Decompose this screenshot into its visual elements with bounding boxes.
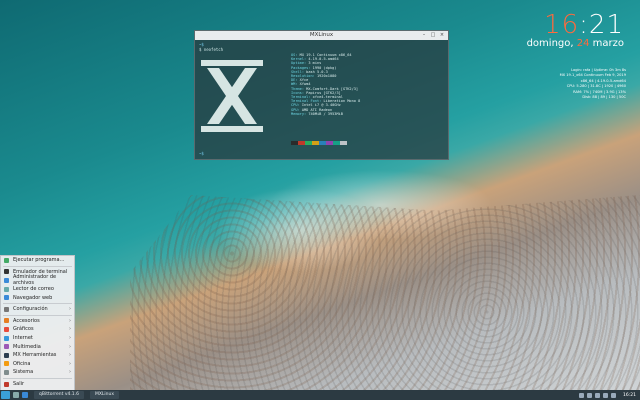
clock-day: domingo, — [526, 38, 577, 49]
volume-icon[interactable] — [587, 392, 593, 398]
browser-icon[interactable] — [22, 392, 28, 398]
menu-item-icon — [4, 352, 9, 358]
terminal-titlebar[interactable]: MXLinux – □ × — [195, 31, 448, 40]
clock-date-num: 24 — [576, 38, 590, 49]
menu-item-icon — [4, 335, 9, 341]
menu-item-icon — [4, 295, 9, 301]
color-swatches — [291, 141, 347, 145]
menu-item[interactable]: Internet › — [1, 334, 74, 343]
menu-item-label: Gráficos — [13, 326, 34, 333]
clock-widget: 16:21 domingo, 24 marzo — [527, 10, 624, 49]
neofetch-key: Memory: — [291, 111, 307, 116]
neofetch-line: Memory: 740MiB / 3953MiB — [291, 112, 360, 116]
mx-logo-icon — [201, 55, 263, 132]
menu-item-label: Sistema — [13, 369, 34, 376]
menu-item-icon — [4, 257, 9, 263]
menu-item[interactable]: Navegador web — [1, 293, 74, 302]
menu-item-label: Ejecutar programa... — [13, 257, 65, 264]
minimize-icon[interactable]: – — [421, 32, 427, 38]
color-swatch — [340, 141, 347, 145]
chevron-right-icon: › — [69, 343, 71, 350]
menu-item-label: Salir — [13, 381, 25, 388]
menu-item-label: Oficina — [13, 360, 31, 367]
menu-item-label: Multimedia — [13, 343, 41, 350]
menu-separator — [3, 314, 72, 316]
menu-item[interactable]: Ejecutar programa... — [1, 256, 74, 265]
menu-item-icon — [4, 318, 9, 324]
menu-separator — [3, 265, 72, 267]
color-swatch — [312, 141, 319, 145]
taskbar-task-mxlinux[interactable]: MXLinux — [89, 391, 120, 399]
menu-item-label: Navegador web — [13, 294, 53, 301]
menu-item-icon — [4, 306, 9, 312]
network-icon[interactable] — [579, 392, 585, 398]
menu-item[interactable]: Oficina › — [1, 360, 74, 369]
color-swatch — [319, 141, 326, 145]
clock-hour: 16 — [544, 10, 580, 40]
menu-item-label: Internet — [13, 335, 33, 342]
menu-item[interactable]: Sistema › — [1, 368, 74, 377]
terminal-title: MXLinux — [309, 32, 334, 38]
maximize-icon[interactable]: □ — [430, 32, 436, 38]
terminal-window[interactable]: MXLinux – □ × ~$ $ neofetch OS: MX 19.1 … — [194, 30, 449, 160]
menu-item[interactable]: MX Herramientas › — [1, 351, 74, 360]
start-button-icon[interactable] — [1, 391, 10, 399]
menu-item-label: MX Herramientas — [13, 352, 57, 359]
color-swatch — [333, 141, 340, 145]
menu-item[interactable]: Multimedia › — [1, 342, 74, 351]
menu-item-label: Configuración — [13, 306, 48, 313]
clipboard-icon[interactable] — [603, 392, 609, 398]
menu-separator — [3, 302, 72, 304]
taskbar-task-qbittorrent[interactable]: qBittorrent v4.1.6 — [34, 391, 84, 399]
menu-item-icon — [4, 369, 9, 375]
chevron-right-icon: › — [69, 360, 71, 367]
menu-item[interactable]: Salir — [1, 380, 74, 389]
menu-item[interactable]: Lector de correo — [1, 285, 74, 294]
chevron-right-icon: › — [69, 335, 71, 342]
close-icon[interactable]: × — [439, 32, 445, 38]
color-swatch — [291, 141, 298, 145]
neofetch-value: 740MiB / 3953MiB — [308, 111, 343, 116]
color-swatch — [305, 141, 312, 145]
wallpaper-rocks — [130, 195, 640, 390]
clock-date: domingo, 24 marzo — [527, 38, 624, 49]
menu-item-label: Accesorios — [13, 317, 40, 324]
neofetch-value: 1920x1080 — [316, 74, 337, 79]
menu-item-icon — [4, 269, 9, 275]
system-tray: 16:21 — [579, 392, 636, 398]
menu-item-icon — [4, 277, 9, 283]
color-swatch — [326, 141, 333, 145]
clock-minute: :21 — [579, 10, 624, 40]
terminal-prompt-end: ~$ — [199, 151, 204, 156]
color-swatch — [298, 141, 305, 145]
system-monitor: Login: rafa | Uptime: 0h 3m 8s MX 19.1_x6… — [516, 68, 626, 100]
menu-separator — [3, 377, 72, 379]
folder-icon[interactable] — [13, 392, 19, 398]
menu-item-icon — [4, 326, 9, 332]
terminal-command: $ neofetch — [199, 46, 224, 52]
menu-item[interactable]: Accesorios › — [1, 317, 74, 326]
menu-item[interactable]: Gráficos › — [1, 325, 74, 334]
menu-item-icon — [4, 286, 9, 292]
chevron-right-icon: › — [69, 352, 71, 359]
chevron-right-icon: › — [69, 326, 71, 333]
clock-month: marzo — [589, 38, 624, 49]
chevron-right-icon: › — [69, 369, 71, 376]
chevron-right-icon: › — [69, 317, 71, 324]
power-icon[interactable] — [611, 392, 617, 398]
menu-item[interactable]: Configuración › — [1, 305, 74, 314]
clock-time: 16:21 — [527, 10, 624, 40]
updates-icon[interactable] — [595, 392, 601, 398]
chevron-right-icon: › — [69, 306, 71, 313]
menu-item-icon — [4, 361, 9, 367]
start-menu[interactable]: Ejecutar programa... Emulador de terminal… — [0, 255, 75, 392]
neofetch-info: OS: MX 19.1 Continuum x86_64 Kernel: 4.19… — [291, 53, 360, 116]
menu-item-icon — [4, 381, 9, 387]
menu-item-icon — [4, 344, 9, 350]
sysinfo-line: Disk: 88 | 89 | 130 | 50C — [582, 95, 626, 100]
taskbar-clock[interactable]: 16:21 — [623, 393, 636, 398]
menu-item[interactable]: Administrador de archivos — [1, 274, 74, 286]
menu-item-label: Lector de correo — [13, 286, 54, 293]
taskbar: qBittorrent v4.1.6 MXLinux 16:21 — [0, 390, 640, 400]
